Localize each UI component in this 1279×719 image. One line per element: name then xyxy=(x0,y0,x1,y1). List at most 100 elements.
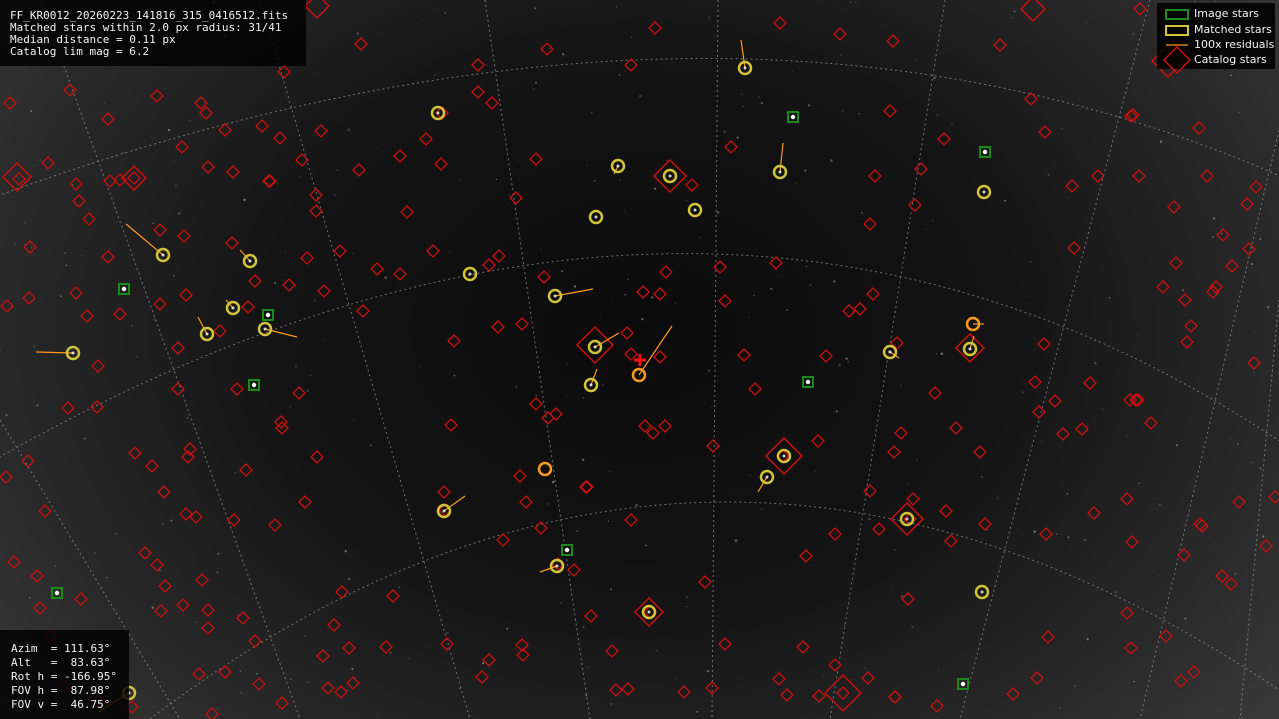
background-star xyxy=(72,143,74,145)
background-star xyxy=(1084,539,1086,541)
background-star xyxy=(1102,408,1104,411)
catalog-star-marker xyxy=(888,690,902,704)
background-star xyxy=(1211,235,1215,238)
background-star xyxy=(791,102,793,103)
star-core xyxy=(54,590,60,596)
catalog-star-marker xyxy=(0,470,13,484)
background-star xyxy=(0,349,2,352)
yellow-circle-icon xyxy=(1165,25,1189,36)
background-star xyxy=(833,280,836,283)
catalog-star-marker xyxy=(812,689,826,703)
background-star xyxy=(938,669,939,671)
background-star xyxy=(607,520,610,522)
background-star xyxy=(618,73,621,76)
catalog-star-marker xyxy=(434,157,448,171)
background-star xyxy=(1126,92,1128,94)
catalog-star-marker xyxy=(239,463,253,477)
catalog-star-marker xyxy=(379,640,393,654)
catalog-star-marker xyxy=(38,504,52,518)
catalog-star-marker xyxy=(819,349,833,363)
background-star xyxy=(1214,0,1216,2)
background-star xyxy=(234,472,236,474)
catalog-star-marker xyxy=(153,297,167,311)
background-star xyxy=(1162,541,1164,543)
background-star xyxy=(624,210,626,212)
background-star xyxy=(1234,573,1237,576)
catalog-star-marker xyxy=(529,152,543,166)
background-star xyxy=(936,353,938,355)
background-star xyxy=(374,88,376,90)
catalog-star-marker xyxy=(584,609,598,623)
grid-altitude-arc xyxy=(149,501,1279,719)
background-star xyxy=(1061,127,1063,130)
background-star xyxy=(1029,261,1031,263)
catalog-star-marker xyxy=(1184,319,1198,333)
background-star xyxy=(1245,127,1248,129)
background-star xyxy=(566,394,568,396)
background-star xyxy=(1040,440,1043,443)
catalog-star-marker xyxy=(157,485,171,499)
catalog-star-marker xyxy=(275,696,289,710)
background-star xyxy=(590,111,593,114)
catalog-star-marker xyxy=(659,265,673,279)
catalog-star-marker xyxy=(773,16,787,30)
catalog-star-marker xyxy=(177,229,191,243)
background-star xyxy=(1212,217,1216,220)
background-star xyxy=(533,88,535,90)
legend-image-stars-label: Image stars xyxy=(1194,7,1259,20)
background-star xyxy=(508,203,509,205)
catalog-star-marker xyxy=(636,285,650,299)
background-star xyxy=(707,369,710,372)
catalog-star-marker xyxy=(1240,197,1254,211)
background-star xyxy=(408,657,410,660)
catalog-star-marker xyxy=(80,309,94,323)
background-star xyxy=(635,504,638,507)
catalog-star-marker xyxy=(192,667,206,681)
background-star xyxy=(398,586,401,589)
catalog-star-marker xyxy=(1067,241,1081,255)
catalog-star-marker xyxy=(1120,606,1134,620)
background-star xyxy=(1004,199,1007,202)
background-star xyxy=(775,474,776,476)
legend-residuals-label: 100x residuals xyxy=(1194,38,1275,51)
star-core xyxy=(248,259,252,263)
star-core xyxy=(888,350,892,354)
catalog-star-marker xyxy=(1024,92,1038,106)
background-star xyxy=(1259,237,1262,241)
background-star xyxy=(30,246,33,249)
background-star xyxy=(786,309,788,312)
catalog-star-marker xyxy=(225,236,239,250)
catalog-star-marker xyxy=(706,439,720,453)
catalog-star-marker xyxy=(205,707,219,719)
catalog-star-marker xyxy=(653,287,667,301)
star-core xyxy=(589,383,593,387)
star-core xyxy=(805,379,811,385)
catalog-star-marker xyxy=(41,156,55,170)
catalog-star-marker xyxy=(828,527,842,541)
background-star xyxy=(674,302,677,304)
background-star xyxy=(1115,591,1117,593)
background-star xyxy=(1237,443,1239,445)
catalog-star-marker xyxy=(978,517,992,531)
catalog-star-marker xyxy=(883,104,897,118)
catalog-star-marker xyxy=(888,690,902,704)
background-star xyxy=(1184,617,1187,620)
catalog-star-marker xyxy=(1028,375,1042,389)
catalog-star-marker xyxy=(179,288,193,302)
catalog-star-marker xyxy=(295,153,309,167)
background-star xyxy=(294,364,297,368)
background-star xyxy=(860,211,864,214)
background-star xyxy=(315,542,317,543)
background-star xyxy=(795,182,797,184)
catalog-star-marker xyxy=(836,686,850,700)
background-star xyxy=(423,137,425,138)
background-star xyxy=(1099,579,1101,581)
grid-azimuth-line xyxy=(1139,129,1279,719)
background-star xyxy=(936,114,938,116)
star-core xyxy=(968,347,972,351)
background-star xyxy=(753,294,755,297)
star-core xyxy=(616,164,620,168)
catalog-star-marker xyxy=(894,426,908,440)
background-star xyxy=(376,717,378,719)
catalog-star-marker xyxy=(868,169,882,183)
